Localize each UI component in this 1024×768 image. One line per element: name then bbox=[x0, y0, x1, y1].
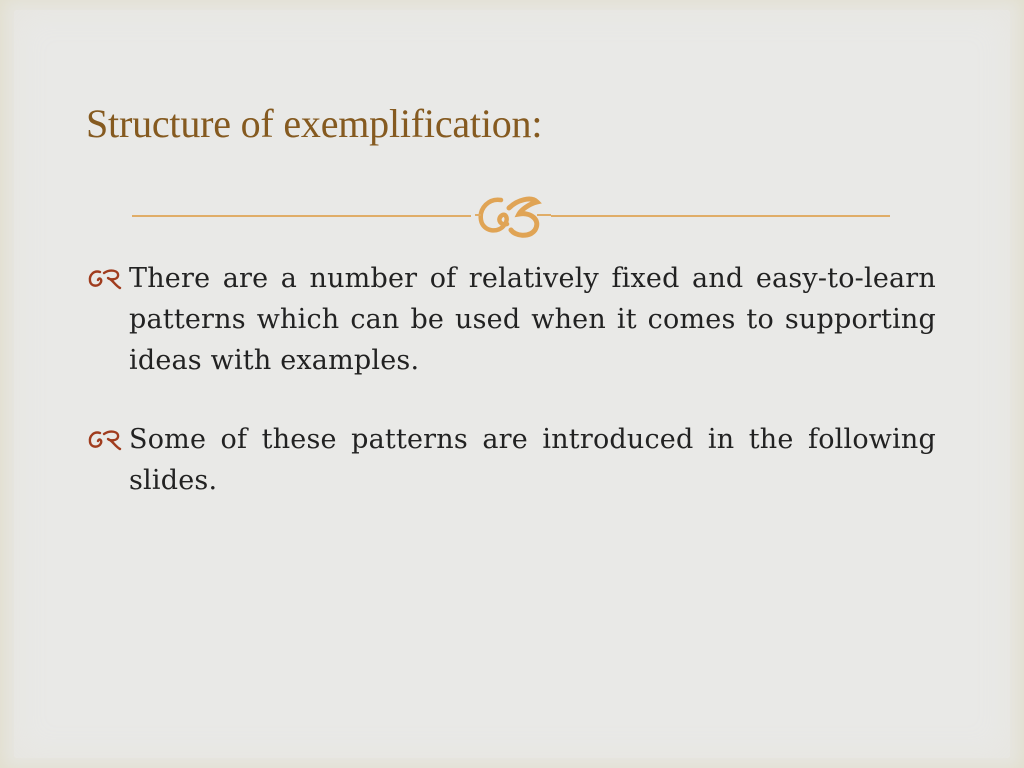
bullet-list: There are a number of relatively fixed a… bbox=[86, 258, 936, 539]
bullet-item: There are a number of relatively fixed a… bbox=[86, 258, 936, 381]
bullet-text: There are a number of relatively fixed a… bbox=[129, 263, 936, 376]
slide-title: Structure of exemplification: bbox=[86, 101, 543, 146]
bullet-item: Some of these patterns are introduced in… bbox=[86, 419, 936, 501]
ornament-bullet-icon bbox=[88, 430, 122, 451]
ornament-bullet-icon bbox=[88, 269, 122, 290]
flourish-ornament-icon bbox=[471, 186, 551, 242]
bullet-text: Some of these patterns are introduced in… bbox=[129, 424, 936, 496]
